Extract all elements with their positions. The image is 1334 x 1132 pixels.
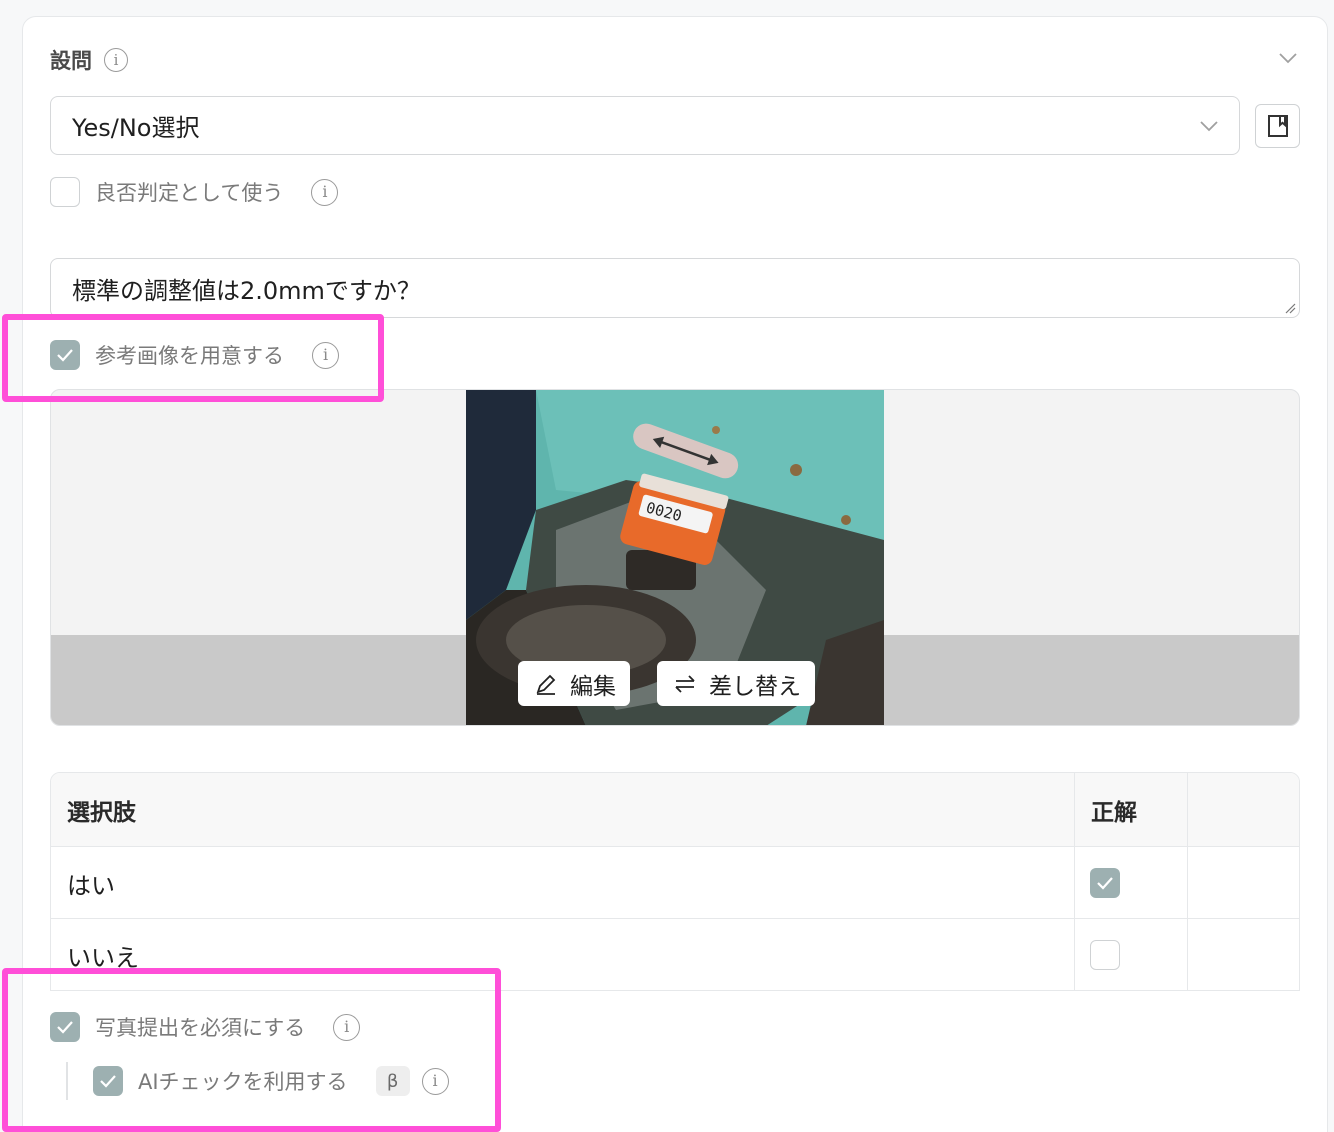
correct-cell <box>1090 847 1120 919</box>
ai-check-row: AIチェックを利用する β i <box>93 1066 449 1096</box>
info-icon[interactable]: i <box>312 341 339 369</box>
chevron-down-icon[interactable] <box>1276 46 1300 70</box>
swap-arrows-icon <box>675 674 695 693</box>
reference-image-row: 参考画像を用意する i <box>50 340 339 370</box>
reference-image-checkbox[interactable] <box>50 340 80 370</box>
reference-image-area: 0020 編集 差し替え <box>50 389 1300 726</box>
beta-badge: β <box>375 1066 410 1096</box>
question-text-input[interactable]: 標準の調整値は2.0mmですか？ <box>50 258 1300 318</box>
question-type-select[interactable]: Yes/No選択 <box>50 96 1240 155</box>
pass-fail-label: 良否判定として使う <box>95 181 284 205</box>
chevron-down-icon <box>1200 121 1218 132</box>
ai-check-checkbox[interactable] <box>93 1066 123 1096</box>
photo-required-checkbox[interactable] <box>50 1012 80 1042</box>
pass-fail-row: 良否判定として使う i <box>50 177 339 207</box>
correct-cell <box>1090 919 1120 990</box>
check-icon <box>57 349 73 362</box>
replace-image-button[interactable]: 差し替え <box>657 661 815 706</box>
table-row: いいえ <box>51 919 1299 990</box>
section-header: 設問 i <box>50 44 128 76</box>
correct-checkbox[interactable] <box>1090 868 1120 898</box>
photo-required-row: 写真提出を必須にする i <box>50 1012 361 1042</box>
info-icon[interactable]: i <box>104 48 128 72</box>
correct-column-header: 正解 <box>1091 800 1137 826</box>
option-label[interactable]: はい <box>67 847 115 919</box>
check-icon <box>1097 877 1113 890</box>
check-icon <box>57 1021 73 1034</box>
correct-checkbox[interactable] <box>1090 940 1120 970</box>
bookmark-icon <box>1267 115 1288 137</box>
check-icon <box>100 1075 116 1088</box>
pencil-icon <box>536 674 556 695</box>
replace-image-label: 差し替え <box>709 673 801 700</box>
pass-fail-checkbox[interactable] <box>50 177 80 207</box>
question-type-value: Yes/No選択 <box>72 114 200 142</box>
bookmark-button[interactable] <box>1255 104 1300 148</box>
option-column-header: 選択肢 <box>67 800 136 826</box>
indent-line <box>66 1062 68 1100</box>
info-icon[interactable]: i <box>333 1013 361 1041</box>
choices-table: 選択肢 正解 はい いいえ <box>50 772 1300 991</box>
info-icon[interactable]: i <box>311 178 339 206</box>
table-row: はい <box>51 847 1299 919</box>
question-text-value: 標準の調整値は2.0mmですか？ <box>72 277 421 305</box>
ai-check-label: AIチェックを利用する <box>138 1070 348 1094</box>
section-title: 設問 <box>50 49 92 73</box>
table-header: 選択肢 正解 <box>51 773 1299 847</box>
info-icon[interactable]: i <box>421 1067 449 1095</box>
reference-image-label: 参考画像を用意する <box>95 344 284 368</box>
edit-image-label: 編集 <box>570 673 616 700</box>
option-label[interactable]: いいえ <box>67 919 139 990</box>
photo-required-label: 写真提出を必須にする <box>95 1016 306 1040</box>
edit-image-button[interactable]: 編集 <box>518 661 630 706</box>
resize-handle-icon[interactable] <box>1284 302 1296 314</box>
